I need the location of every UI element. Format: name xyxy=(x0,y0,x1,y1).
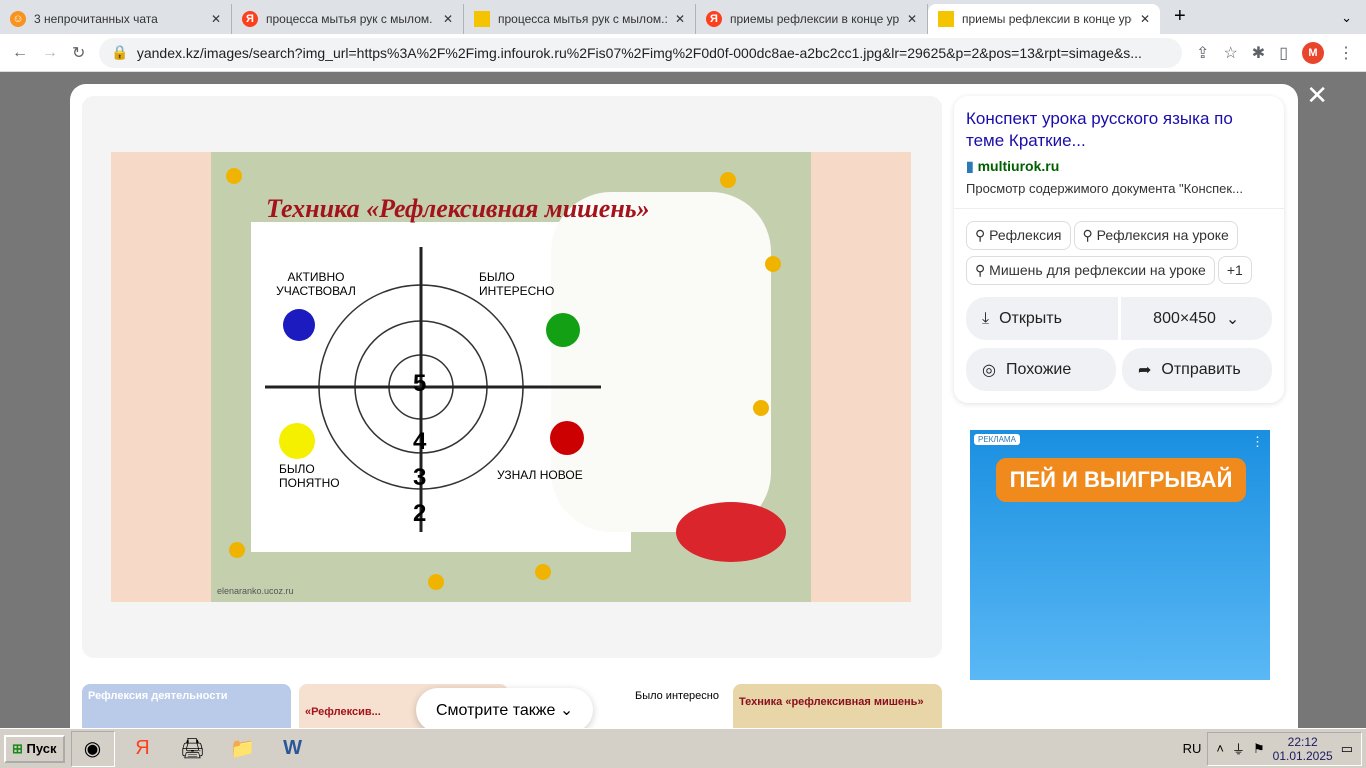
action-center-flag-icon[interactable]: ⚑ xyxy=(1253,741,1265,757)
score-3: 3 xyxy=(413,464,427,491)
close-tab-icon[interactable]: ✕ xyxy=(907,12,917,26)
search-chip[interactable]: ⚲ Рефлексия на уроке xyxy=(1073,221,1238,250)
image-heading: Техника «Рефлексивная мишень» xyxy=(266,194,650,223)
search-chip[interactable]: ⚲ Рефлексия xyxy=(966,221,1071,250)
toolbar: ← → ↻ 🔒 yandex.kz/images/search?img_url=h… xyxy=(0,34,1366,72)
tab-search-icon[interactable]: ⌄ xyxy=(1327,10,1366,34)
image-stage: Техника «Рефлексивная мишень» АКТИВНО УЧ… xyxy=(82,96,942,658)
ad-label: РЕКЛАМА xyxy=(974,434,1020,445)
windows-logo-icon: ⊞ xyxy=(12,740,23,756)
download-icon: ⤓ xyxy=(982,309,990,327)
start-button[interactable]: ⊞ Пуск xyxy=(4,734,65,763)
label-active: АКТИВНО УЧАСТВОВАЛ xyxy=(276,270,356,298)
close-tab-icon[interactable]: ✕ xyxy=(1140,12,1150,26)
close-viewer-icon[interactable]: ✕ xyxy=(1306,80,1328,111)
word-icon[interactable]: W xyxy=(271,731,315,767)
similar-button[interactable]: ◎ Похожие xyxy=(966,348,1116,391)
search-chip[interactable]: ⚲ Мишень для рефлексии на уроке xyxy=(966,256,1215,285)
score-2: 2 xyxy=(413,500,427,527)
score-5: 5 xyxy=(413,370,427,397)
source-description: Просмотр содержимого документа "Конспек.… xyxy=(966,181,1243,196)
close-tab-icon[interactable]: ✕ xyxy=(675,12,685,26)
info-panel: Конспект урока русского языка по теме Кр… xyxy=(954,96,1284,411)
taskbar: ⊞ Пуск ◉ Я 🖨 📁 W RU ˄ ⏚ ⚑ 22:12 01.01.202… xyxy=(0,728,1366,768)
new-tab-button[interactable]: + xyxy=(1160,5,1200,34)
label-interesting: БЫЛО ИНТЕРЕСНО xyxy=(479,270,555,298)
profile-avatar[interactable]: M xyxy=(1302,41,1324,64)
close-tab-icon[interactable]: ✕ xyxy=(443,12,453,26)
folder-icon[interactable]: 📁 xyxy=(221,731,265,767)
source-domain-link[interactable]: ▮ multiurok.ru xyxy=(966,158,1272,175)
address-bar[interactable]: 🔒 yandex.kz/images/search?img_url=https%3… xyxy=(99,37,1183,68)
side-panel-icon[interactable]: ▯ xyxy=(1279,43,1288,63)
back-icon[interactable]: ← xyxy=(12,44,28,62)
chevron-down-icon: ⌄ xyxy=(559,702,574,719)
printer-icon[interactable]: 🖨 xyxy=(171,731,215,767)
label-learned-new: УЗНАЛ НОВОЕ xyxy=(497,468,583,482)
ad-headline: ПЕЙ И ВЫИГРЫВАЙ xyxy=(996,458,1246,502)
book-icon: ▮ xyxy=(966,158,974,174)
yandex-icon: Я xyxy=(706,11,722,27)
tab-active[interactable]: приемы рефлексии в конце урока ✕ xyxy=(928,4,1160,34)
tab[interactable]: Япроцесса мытья рук с мылом. — ✕ xyxy=(232,4,464,34)
camera-search-icon: ◎ xyxy=(982,361,996,379)
source-title-link[interactable]: Конспект урока русского языка по теме Кр… xyxy=(966,108,1272,152)
ad-menu-icon[interactable]: ⋮ xyxy=(1251,434,1264,450)
share-arrow-icon: ➦ xyxy=(1138,361,1152,379)
power-plug-icon[interactable]: ⏚ xyxy=(1232,739,1245,758)
related-thumb[interactable]: Техника «рефлексивная мишень» xyxy=(733,684,942,728)
image-credit: elenaranko.ucoz.ru xyxy=(217,586,294,596)
tab-strip: ☺ 3 непрочитанных чата ✕ Япроцесса мытья р… xyxy=(0,0,1366,34)
share-button[interactable]: ➦ Отправить xyxy=(1122,348,1272,391)
yandex-icon: Я xyxy=(242,11,258,27)
tab[interactable]: ☺ 3 непрочитанных чата ✕ xyxy=(0,4,232,34)
label-understood: БЫЛО ПОНЯТНО xyxy=(279,462,340,490)
tab[interactable]: процесса мытья рук с мылом.: 2 ✕ xyxy=(464,4,696,34)
tab[interactable]: Яприемы рефлексии в конце урока✕ xyxy=(696,4,928,34)
main-image[interactable]: Техника «Рефлексивная мишень» АКТИВНО УЧ… xyxy=(111,152,911,602)
bookmark-star-icon[interactable]: ☆ xyxy=(1223,43,1237,63)
related-thumb[interactable]: Рефлексия деятельности xyxy=(82,684,291,728)
lock-icon: 🔒 xyxy=(111,44,129,60)
open-button[interactable]: ⤓ Открыть xyxy=(966,297,1118,340)
share-icon[interactable]: ⇪ xyxy=(1196,43,1209,63)
more-chips-button[interactable]: +1 xyxy=(1217,256,1252,284)
language-indicator[interactable]: RU xyxy=(1183,741,1202,756)
odnoklassniki-icon: ☺ xyxy=(10,11,26,27)
score-4: 4 xyxy=(413,428,427,455)
source-card: Конспект урока русского языка по теме Кр… xyxy=(954,96,1284,403)
image-icon xyxy=(938,11,954,27)
chevron-down-icon: ⌄ xyxy=(1225,310,1240,328)
reload-icon[interactable]: ↻ xyxy=(72,43,85,63)
menu-icon[interactable]: ⋮ xyxy=(1338,43,1354,63)
see-also-button[interactable]: Смотрите также ⌄ xyxy=(416,688,594,728)
forward-icon[interactable]: → xyxy=(42,44,58,62)
chrome-icon[interactable]: ◉ xyxy=(70,730,115,767)
image-icon xyxy=(474,11,490,27)
show-hidden-icons[interactable]: ˄ xyxy=(1216,741,1224,756)
advertisement[interactable]: РЕКЛАМА ⋮ ПЕЙ И ВЫИГРЫВАЙ xyxy=(970,430,1270,680)
clock[interactable]: 22:12 01.01.2025 xyxy=(1273,735,1333,763)
yandex-browser-icon[interactable]: Я xyxy=(121,731,165,767)
extensions-icon[interactable]: ✱ xyxy=(1252,43,1265,63)
image-viewer: Техника «Рефлексивная мишень» АКТИВНО УЧ… xyxy=(70,84,1298,728)
size-dropdown[interactable]: 800×450 ⌄ xyxy=(1120,297,1272,340)
show-desktop-icon[interactable]: ▭ xyxy=(1341,741,1353,757)
close-tab-icon[interactable]: ✕ xyxy=(211,12,221,26)
